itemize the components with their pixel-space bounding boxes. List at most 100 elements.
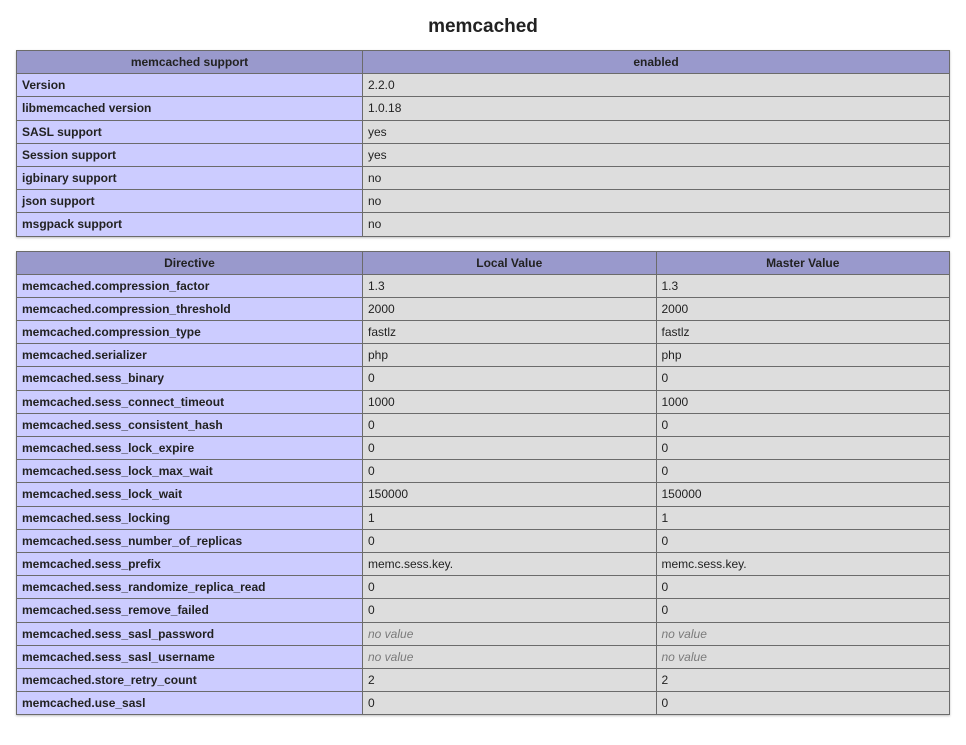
table-row: memcached.sess_consistent_hash00 (17, 413, 950, 436)
directive-master-value: 1 (656, 506, 950, 529)
directive-master-value: 0 (656, 576, 950, 599)
directive-name: memcached.sess_lock_expire (17, 437, 363, 460)
table-row: memcached.sess_sasl_passwordno valueno v… (17, 622, 950, 645)
directive-local-value: 0 (363, 529, 657, 552)
directive-name: memcached.sess_locking (17, 506, 363, 529)
directive-name: memcached.store_retry_count (17, 668, 363, 691)
directive-name: memcached.sess_connect_timeout (17, 390, 363, 413)
directive-local-value: fastlz (363, 321, 657, 344)
table-row: memcached.sess_remove_failed00 (17, 599, 950, 622)
directive-master-value: 0 (656, 599, 950, 622)
directive-local-value: no value (363, 622, 657, 645)
support-row-value: 2.2.0 (363, 74, 950, 97)
directive-header-name: Directive (17, 251, 363, 274)
support-row-label: Version (17, 74, 363, 97)
support-header-value: enabled (363, 51, 950, 74)
directive-name: memcached.serializer (17, 344, 363, 367)
directive-name: memcached.sess_randomize_replica_read (17, 576, 363, 599)
directive-name: memcached.sess_sasl_username (17, 645, 363, 668)
directive-local-value: no value (363, 645, 657, 668)
directive-local-value: memc.sess.key. (363, 552, 657, 575)
directive-master-value: php (656, 344, 950, 367)
directive-master-value: fastlz (656, 321, 950, 344)
table-row: libmemcached version1.0.18 (17, 97, 950, 120)
directive-local-value: 0 (363, 576, 657, 599)
directive-local-value: 1 (363, 506, 657, 529)
support-header-label: memcached support (17, 51, 363, 74)
support-row-value: no (363, 166, 950, 189)
directive-local-value: 0 (363, 692, 657, 715)
directive-master-value: 1.3 (656, 274, 950, 297)
directive-local-value: 1.3 (363, 274, 657, 297)
directive-name: memcached.sess_number_of_replicas (17, 529, 363, 552)
table-row: memcached.sess_lock_max_wait00 (17, 460, 950, 483)
directive-local-value: 0 (363, 460, 657, 483)
table-row: memcached.sess_connect_timeout10001000 (17, 390, 950, 413)
module-title: memcached (16, 16, 950, 38)
directive-master-value: 0 (656, 367, 950, 390)
directive-name: memcached.compression_type (17, 321, 363, 344)
directive-name: memcached.sess_lock_max_wait (17, 460, 363, 483)
directive-master-value: 2 (656, 668, 950, 691)
directive-master-value: 2000 (656, 297, 950, 320)
directive-name: memcached.sess_binary (17, 367, 363, 390)
directive-local-value: php (363, 344, 657, 367)
table-row: msgpack supportno (17, 213, 950, 236)
directive-table: Directive Local Value Master Value memca… (16, 251, 950, 716)
support-row-value: no (363, 190, 950, 213)
table-row: SASL supportyes (17, 120, 950, 143)
table-row: memcached.sess_lock_expire00 (17, 437, 950, 460)
directive-name: memcached.compression_threshold (17, 297, 363, 320)
support-row-label: json support (17, 190, 363, 213)
table-row: Session supportyes (17, 143, 950, 166)
support-row-value: yes (363, 143, 950, 166)
directive-local-value: 0 (363, 413, 657, 436)
directive-name: memcached.compression_factor (17, 274, 363, 297)
table-row: json supportno (17, 190, 950, 213)
table-row: memcached.use_sasl00 (17, 692, 950, 715)
table-row: memcached.sess_sasl_usernameno valueno v… (17, 645, 950, 668)
table-row: memcached.store_retry_count22 (17, 668, 950, 691)
support-table: memcached support enabled Version2.2.0li… (16, 50, 950, 237)
directive-master-value: 0 (656, 437, 950, 460)
directive-master-value: memc.sess.key. (656, 552, 950, 575)
support-row-label: libmemcached version (17, 97, 363, 120)
table-row: memcached.sess_binary00 (17, 367, 950, 390)
directive-master-value: 1000 (656, 390, 950, 413)
directive-master-value: 0 (656, 529, 950, 552)
table-row: memcached.sess_randomize_replica_read00 (17, 576, 950, 599)
directive-name: memcached.use_sasl (17, 692, 363, 715)
support-row-value: yes (363, 120, 950, 143)
directive-master-value: 0 (656, 413, 950, 436)
support-row-label: Session support (17, 143, 363, 166)
table-row: memcached.sess_number_of_replicas00 (17, 529, 950, 552)
directive-local-value: 0 (363, 367, 657, 390)
directive-master-value: 0 (656, 460, 950, 483)
table-row: memcached.sess_prefixmemc.sess.key.memc.… (17, 552, 950, 575)
support-row-label: msgpack support (17, 213, 363, 236)
directive-master-value: 0 (656, 692, 950, 715)
support-row-value: 1.0.18 (363, 97, 950, 120)
directive-master-value: 150000 (656, 483, 950, 506)
directive-name: memcached.sess_remove_failed (17, 599, 363, 622)
directive-local-value: 2 (363, 668, 657, 691)
directive-master-value: no value (656, 622, 950, 645)
directive-name: memcached.sess_lock_wait (17, 483, 363, 506)
directive-name: memcached.sess_sasl_password (17, 622, 363, 645)
directive-name: memcached.sess_consistent_hash (17, 413, 363, 436)
directive-local-value: 0 (363, 437, 657, 460)
table-row: igbinary supportno (17, 166, 950, 189)
table-row: memcached.sess_locking11 (17, 506, 950, 529)
table-row: memcached.compression_factor1.31.3 (17, 274, 950, 297)
support-row-label: SASL support (17, 120, 363, 143)
support-row-value: no (363, 213, 950, 236)
directive-header-master: Master Value (656, 251, 950, 274)
directive-local-value: 1000 (363, 390, 657, 413)
directive-header-local: Local Value (363, 251, 657, 274)
support-row-label: igbinary support (17, 166, 363, 189)
table-row: Version2.2.0 (17, 74, 950, 97)
directive-local-value: 150000 (363, 483, 657, 506)
table-row: memcached.compression_typefastlzfastlz (17, 321, 950, 344)
directive-local-value: 2000 (363, 297, 657, 320)
directive-name: memcached.sess_prefix (17, 552, 363, 575)
